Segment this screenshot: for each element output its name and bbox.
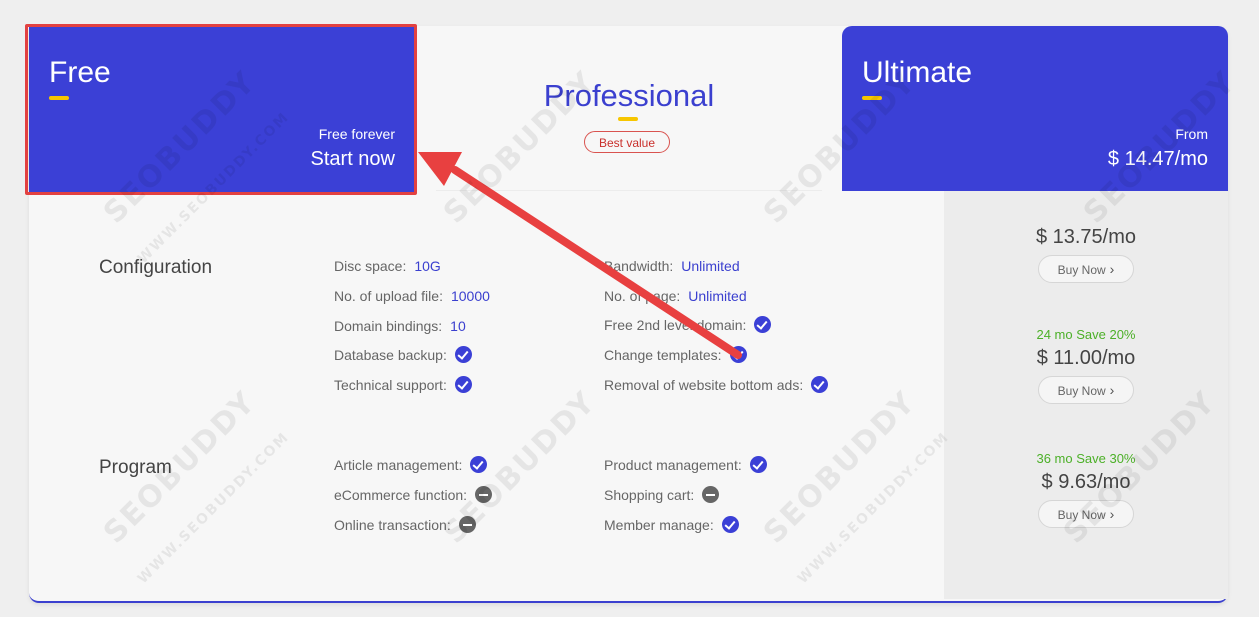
arrow-shaft bbox=[451, 166, 742, 359]
annotation-arrow bbox=[418, 152, 742, 359]
